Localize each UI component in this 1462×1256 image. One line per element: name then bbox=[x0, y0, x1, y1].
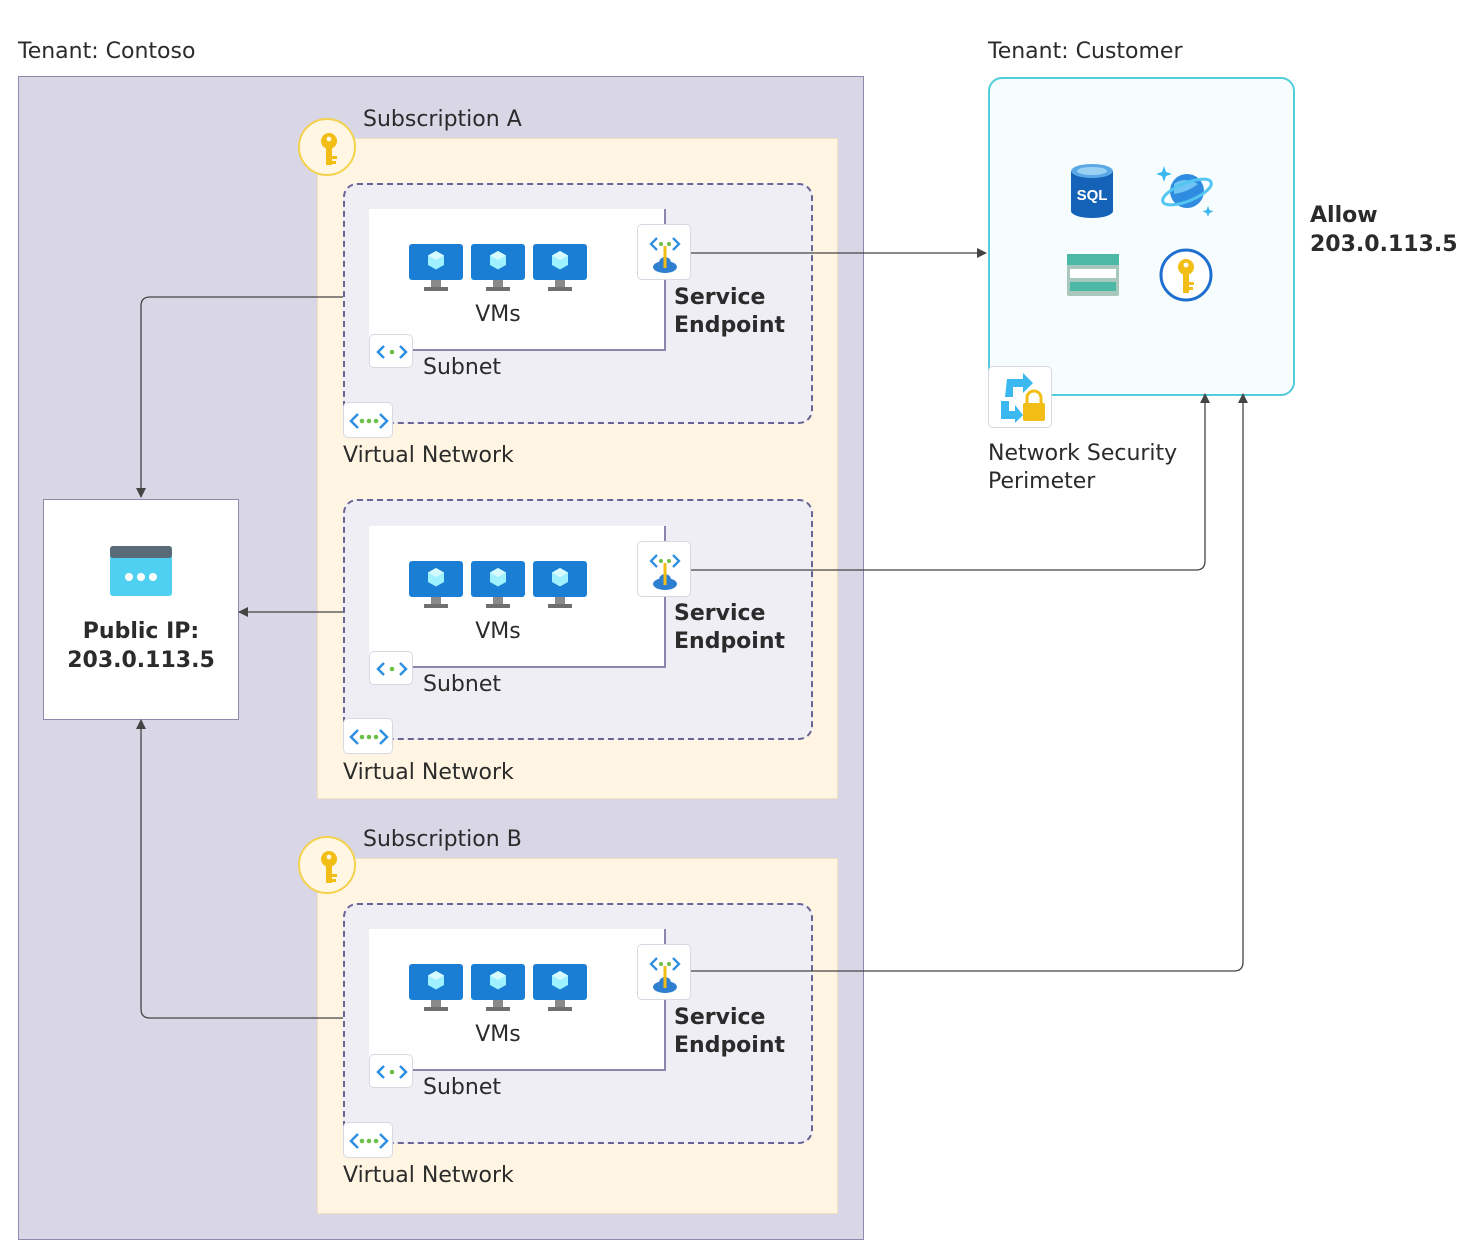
connector-endpoint-to-customer-b bbox=[691, 393, 1248, 972]
connector-vnet1-to-public-ip bbox=[136, 296, 343, 498]
connector-layer bbox=[136, 248, 1248, 1019]
connector-endpoint-to-nsp bbox=[691, 393, 1210, 571]
connector-vnet3-to-public-ip bbox=[136, 719, 343, 1019]
